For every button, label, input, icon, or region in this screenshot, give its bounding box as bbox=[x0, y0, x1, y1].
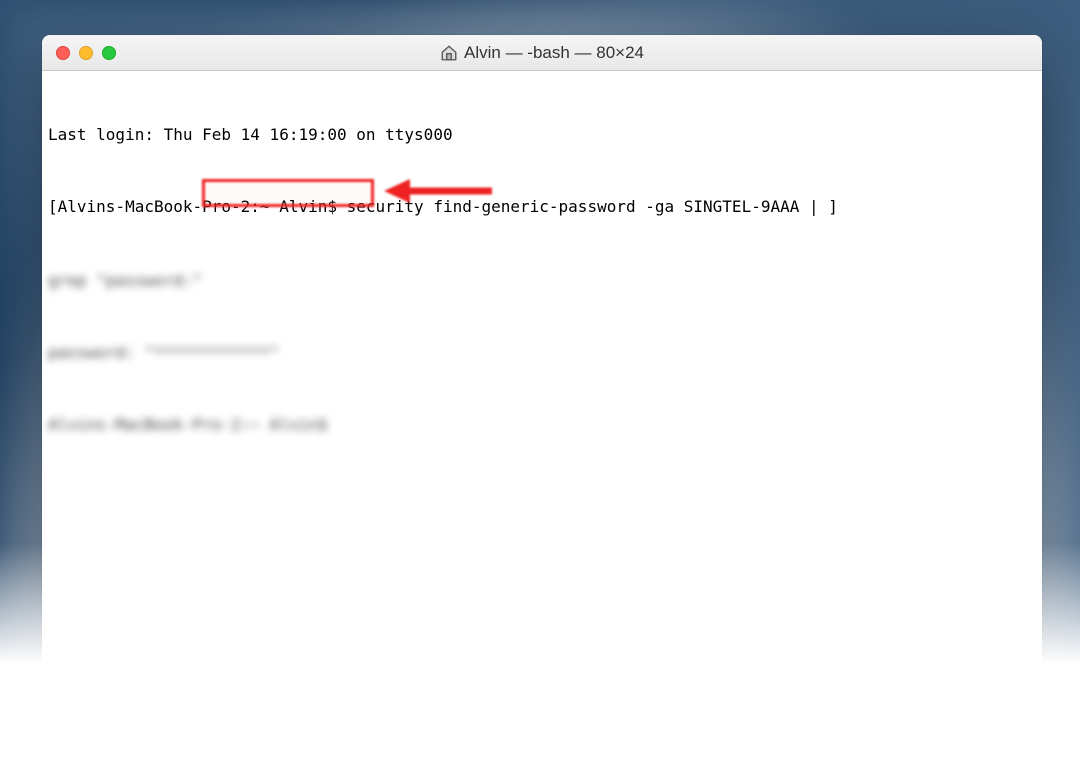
terminal-line-2: [Alvins-MacBook-Pro-2:~ Alvin$ security … bbox=[48, 195, 1036, 219]
terminal-blurred-line-1: grep "password:" bbox=[48, 269, 1036, 293]
annotation-arrow bbox=[382, 171, 502, 211]
traffic-lights bbox=[42, 46, 116, 60]
window-titlebar[interactable]: Alvin — -bash — 80×24 bbox=[42, 35, 1042, 71]
terminal-content[interactable]: Last login: Thu Feb 14 16:19:00 on ttys0… bbox=[42, 71, 1042, 675]
terminal-window: Alvin — -bash — 80×24 Last login: Thu Fe… bbox=[42, 35, 1042, 675]
window-title-text: Alvin — -bash — 80×24 bbox=[464, 43, 644, 63]
minimize-button[interactable] bbox=[79, 46, 93, 60]
zoom-button[interactable] bbox=[102, 46, 116, 60]
terminal-blurred-line-2: password: "************" bbox=[48, 341, 1036, 365]
terminal-blurred-line-3: Alvins-MacBook-Pro-2:~ Alvin$ bbox=[48, 413, 1036, 437]
home-icon bbox=[440, 44, 458, 62]
window-title: Alvin — -bash — 80×24 bbox=[440, 43, 644, 63]
close-button[interactable] bbox=[56, 46, 70, 60]
annotation-highlight-box bbox=[202, 179, 374, 207]
terminal-line-1: Last login: Thu Feb 14 16:19:00 on ttys0… bbox=[48, 123, 1036, 147]
